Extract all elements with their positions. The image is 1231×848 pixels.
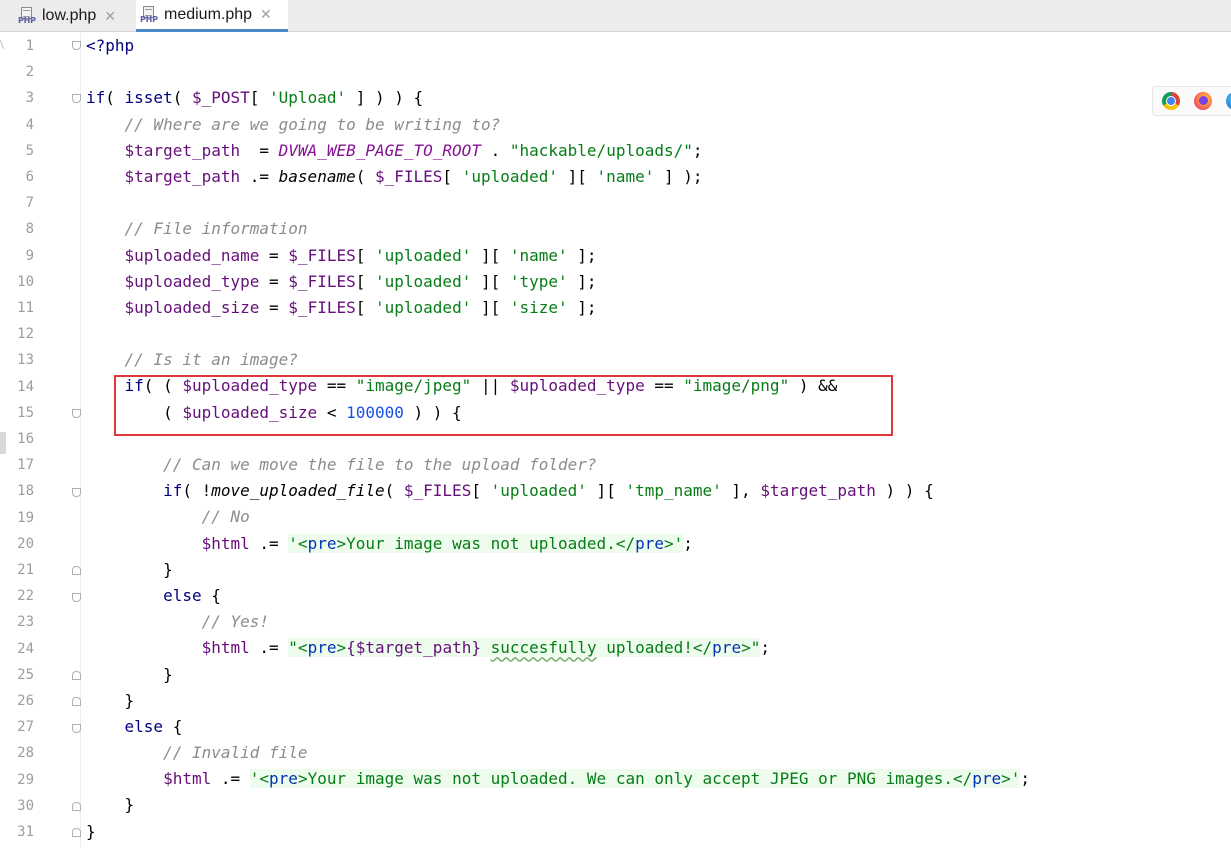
fold-marker[interactable] [72,724,81,733]
line-number: 1 [25,38,34,54]
fold-marker[interactable] [72,409,81,418]
line-number: 17 [17,457,34,474]
line-number: 28 [17,745,34,762]
tab-medium-php[interactable]: PHP medium.php ✕ [136,0,288,32]
code-line: } [163,664,173,684]
firefox-icon[interactable] [1194,92,1212,110]
fold-marker[interactable] [72,41,81,50]
code-line: $uploaded_type = $_FILES[ 'uploaded' ][ … [124,271,597,291]
line-number: 3 [25,90,34,107]
code-line: // Can we move the file to the upload fo… [163,455,597,474]
fold-marker[interactable] [72,828,81,837]
fold-marker[interactable] [72,802,81,811]
code-line: $html .= "<pre>{$target_path} succesfull… [201,638,770,658]
fold-marker[interactable] [72,488,81,497]
fold-marker[interactable] [72,671,81,680]
line-number: 2 [25,64,34,81]
line-number: 24 [17,640,34,657]
fold-marker[interactable] [72,566,81,575]
fold-marker[interactable] [72,697,81,706]
code-line: // Where are we going to be writing to? [124,114,501,134]
code-line: } [124,690,135,710]
code-line: } [124,795,135,815]
php-file-icon: PHP [140,5,158,24]
line-number: 6 [25,169,34,185]
close-icon[interactable]: ✕ [260,6,272,23]
line-number: 18 [17,483,34,500]
editor-tab-bar: PHP low.php ✕ PHP medium.php ✕ [0,0,1231,32]
edge-icon[interactable] [1226,92,1231,110]
code-line: else { [163,585,221,605]
line-number: 7 [25,195,34,212]
code-line: else { [124,716,183,736]
line-number: 5 [25,142,34,159]
code-line: // No [201,507,250,527]
line-number: 31 [17,824,34,840]
code-editor[interactable]: <?php if( isset( $_POST[ 'Upload' ] ) ) … [86,33,1226,845]
line-number: 16 [17,431,34,447]
line-number: 15 [17,404,34,421]
line-number: 9 [25,247,34,264]
highlight-box [114,375,893,436]
code-line: $uploaded_size = $_FILES[ 'uploaded' ][ … [124,297,597,317]
code-line: $html .= '<pre>Your image was not upload… [163,769,1031,789]
code-line: <?php [86,36,135,55]
line-number: 10 [17,273,34,290]
line-number: 29 [17,771,34,788]
line-number: 8 [25,221,34,238]
fold-marker[interactable] [72,593,81,602]
line-number: 21 [17,562,34,578]
code-line: // Yes! [201,612,270,632]
code-line: $target_path .= basename( $_FILES[ 'uplo… [124,166,703,186]
line-number: 11 [17,300,34,316]
code-line: } [86,821,96,841]
code-line: $target_path = DVWA_WEB_PAGE_TO_ROOT . "… [124,140,703,160]
close-icon[interactable]: ✕ [104,8,116,25]
tab-low-php[interactable]: PHP low.php ✕ [14,0,130,32]
browser-preview-toolbar [1152,86,1231,116]
fold-marker[interactable] [72,94,81,103]
line-number: 23 [17,614,34,631]
code-line: $uploaded_name = $_FILES[ 'uploaded' ][ … [124,245,597,265]
php-file-icon: PHP [18,7,36,25]
line-number: 22 [17,588,34,605]
code-line: // File information [124,219,308,239]
line-number: 4 [25,116,34,133]
code-line: } [163,559,173,579]
code-line: // Invalid file [163,743,308,763]
line-number: 12 [17,326,34,343]
chrome-icon[interactable] [1162,92,1180,110]
code-line: $html .= '<pre>Your image was not upload… [201,533,693,553]
line-number: 20 [17,535,34,552]
code-line: // Is it an image? [124,350,298,370]
line-number: 25 [17,666,34,683]
line-number: 30 [17,797,34,814]
code-line: if( isset( $_POST[ 'Upload' ] ) ) { [86,88,424,108]
line-number: 14 [17,378,34,395]
tab-label: medium.php [164,5,253,23]
line-number: 26 [17,693,34,709]
line-number: 27 [17,719,34,736]
code-line: if( !move_uploaded_file( $_FILES[ 'uploa… [163,481,934,501]
line-number: 13 [17,352,34,369]
tab-label: low.php [42,7,97,24]
line-number: 19 [17,509,34,526]
